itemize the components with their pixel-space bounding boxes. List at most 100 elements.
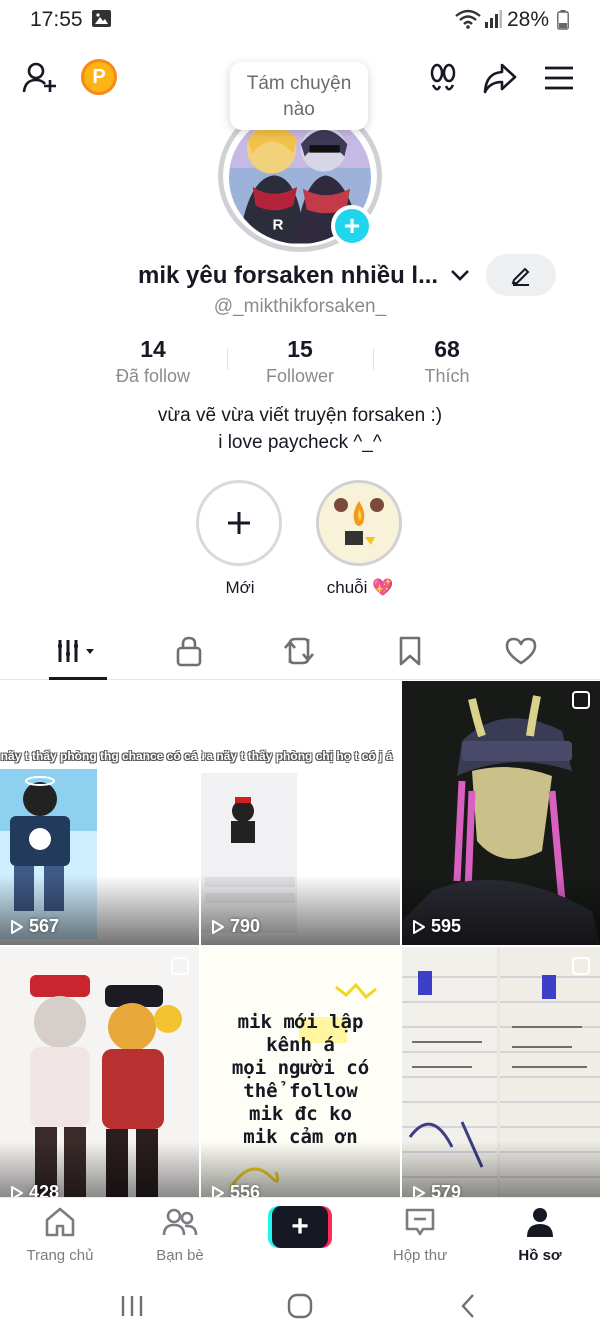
add-story-button[interactable]: +: [331, 205, 373, 247]
stat-likes[interactable]: 68 Thích: [374, 336, 520, 387]
play-icon: [11, 919, 23, 934]
home-icon: [45, 1207, 75, 1237]
bookmark-icon: [399, 636, 421, 666]
nav-friends[interactable]: Bạn bè: [120, 1206, 240, 1264]
bio-line: i love paycheck ^_^: [218, 432, 382, 453]
multi-photo-icon: [572, 691, 590, 709]
active-tab-indicator: [49, 677, 107, 680]
multi-photo-icon: [572, 957, 590, 975]
play-icon: [413, 919, 425, 934]
nav-label: Hộp thư: [392, 1247, 448, 1264]
edit-profile-button[interactable]: [486, 254, 556, 296]
home-button[interactable]: [280, 1291, 320, 1321]
recent-apps-button[interactable]: [112, 1291, 152, 1321]
highlight-new[interactable]: Mới: [196, 480, 284, 598]
video-tile[interactable]: vừa nãy t thấy phòng chị họ t có j á 790: [201, 681, 400, 945]
create-video-button[interactable]: +: [268, 1206, 332, 1248]
view-count-value: 595: [431, 916, 462, 936]
tab-videos[interactable]: [48, 622, 108, 680]
video-caption: n nãy t thấy phòng thg chance có cá: [0, 749, 198, 763]
footprint-button[interactable]: [423, 58, 463, 98]
coin-button[interactable]: P: [81, 59, 117, 95]
heart-icon: [505, 637, 537, 665]
add-user-icon: [22, 62, 56, 93]
share-profile-button[interactable]: [480, 58, 520, 98]
inbox-icon: [405, 1208, 435, 1236]
stat-value: 15: [287, 336, 313, 362]
content-tabs: [0, 622, 600, 680]
video-tile[interactable]: n nãy t thấy phòng thg chance có cá 567: [0, 681, 199, 945]
back-button[interactable]: [448, 1291, 488, 1321]
plus-icon: [228, 512, 250, 534]
stat-label: Thích: [424, 366, 470, 386]
overlay-line: kênh á: [266, 1034, 335, 1056]
chevron-down-icon[interactable]: [450, 268, 470, 282]
add-friend-button[interactable]: [20, 58, 60, 98]
chat-prompt-tooltip[interactable]: Tám chuyện nào: [230, 62, 368, 130]
nav-profile[interactable]: Hồ sơ: [480, 1206, 600, 1264]
friends-icon: [162, 1208, 198, 1236]
video-caption: vừa nãy t thấy phòng chị họ t có j á: [201, 749, 393, 763]
view-count-value: 556: [230, 1182, 261, 1197]
profile-stats: 14 Đã follow 15 Follower 68 Thích: [80, 336, 520, 386]
tab-private[interactable]: [159, 622, 219, 680]
lock-icon: [176, 636, 202, 667]
play-icon: [212, 1185, 224, 1197]
stat-label: Đã follow: [115, 366, 191, 386]
share-arrow-icon: [483, 63, 517, 94]
recent-apps-icon: [121, 1296, 143, 1316]
stat-following[interactable]: 14 Đã follow: [80, 336, 226, 387]
signal-icon: [485, 10, 502, 28]
video-tile[interactable]: 595: [402, 681, 600, 945]
status-bar: 17:55 28%: [0, 0, 600, 40]
profile-icon: [527, 1208, 553, 1237]
nav-label: Trang chủ: [26, 1247, 94, 1264]
plus-icon: +: [343, 210, 361, 241]
view-count: 556: [211, 1182, 260, 1197]
highlight-series[interactable]: chuỗi 💖: [316, 480, 404, 598]
overlay-line: mik mới lập: [237, 1011, 364, 1033]
home-circle-icon: [287, 1293, 313, 1319]
play-icon: [212, 919, 224, 934]
plus-icon: +: [272, 1206, 328, 1248]
view-count-value: 567: [29, 916, 60, 936]
nav-home[interactable]: Trang chủ: [0, 1206, 120, 1264]
highlight-thumbnail: [319, 483, 399, 563]
highlight-circle: [196, 480, 282, 566]
profile-bio: vừa vẽ vừa viết truyện forsaken :) i lov…: [0, 402, 600, 456]
nav-label: Hồ sơ: [518, 1247, 562, 1264]
view-count-value: 790: [230, 916, 261, 936]
nav-inbox[interactable]: Hộp thư: [360, 1206, 480, 1264]
overlay-line: mọi người có: [231, 1057, 370, 1079]
username: @_mikthikforsaken_: [213, 296, 387, 317]
gallery-notification-icon: [92, 10, 111, 27]
view-count: 790: [211, 916, 260, 937]
grid-filter-icon: [58, 640, 94, 662]
display-name[interactable]: mik yêu forsaken nhiều l...: [138, 262, 438, 290]
tab-favorites[interactable]: [380, 622, 440, 680]
system-navigation-bar: [0, 1273, 600, 1338]
video-tile[interactable]: 428: [0, 947, 199, 1197]
view-count: 595: [412, 916, 461, 937]
highlight-label: Mới: [225, 578, 255, 597]
stat-followers[interactable]: 15 Follower: [227, 336, 373, 387]
tab-liked[interactable]: [491, 622, 551, 680]
video-grid: n nãy t thấy phòng thg chance có cá 567 …: [0, 681, 600, 1197]
multi-photo-icon: [171, 957, 189, 975]
svg-text:R: R: [273, 216, 284, 233]
menu-button[interactable]: [539, 58, 579, 98]
video-tile[interactable]: mik mới lập kênh á mọi người có thể foll…: [201, 947, 400, 1197]
play-icon: [413, 1185, 425, 1197]
view-count-value: 579: [431, 1182, 462, 1197]
video-tile[interactable]: 579: [402, 947, 600, 1197]
stat-value: 68: [434, 336, 460, 362]
bio-line: vừa vẽ vừa viết truyện forsaken :): [157, 405, 443, 426]
view-count: 567: [10, 916, 59, 937]
status-time: 17:55: [30, 8, 83, 31]
repost-icon: [284, 637, 314, 665]
battery-percent: 28%: [507, 8, 550, 31]
tab-reposts[interactable]: [269, 622, 329, 680]
bottom-navigation: Trang chủ Bạn bè + Hộp thư Hồ sơ: [0, 1197, 600, 1273]
view-count-value: 428: [29, 1182, 60, 1197]
back-arrow-icon: [461, 1294, 474, 1318]
